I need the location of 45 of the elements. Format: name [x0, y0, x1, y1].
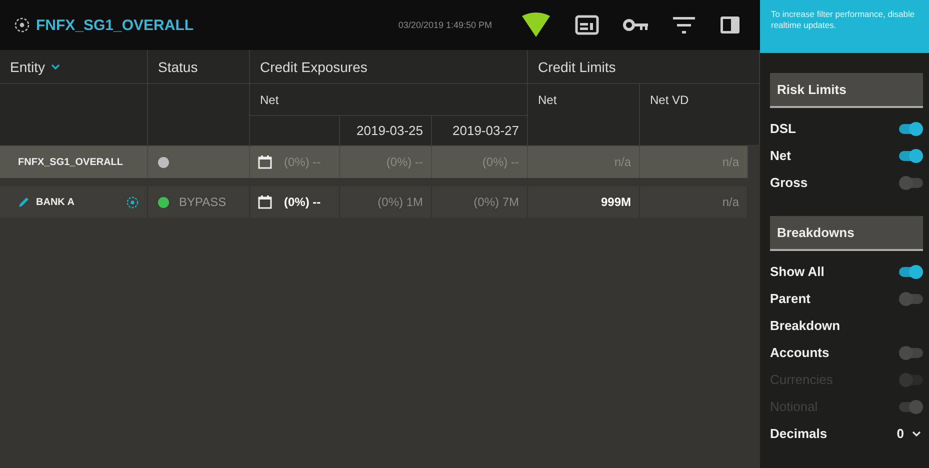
toggle-switch[interactable] — [899, 294, 923, 304]
calendar-icon[interactable] — [258, 155, 272, 169]
status-text: BYPASS — [179, 195, 226, 209]
panel-icon[interactable] — [719, 15, 741, 35]
option-label: Decimals — [770, 426, 828, 441]
calendar-icon[interactable] — [258, 195, 272, 209]
entity-name: FNFX_SG1_OVERALL — [18, 156, 124, 168]
signal-icon[interactable] — [521, 12, 551, 38]
pencil-icon[interactable] — [18, 196, 30, 208]
entity-name: BANK A — [36, 196, 75, 208]
column-header: Status — [148, 50, 250, 84]
timestamp: 03/20/2019 1:49:50 PM — [398, 20, 492, 30]
option-label: Show All — [770, 264, 824, 279]
option-label: DSL — [770, 121, 796, 136]
cell-value: (0%) 1M — [378, 195, 423, 209]
option-label: Gross — [770, 175, 808, 190]
option-label: Parent — [770, 291, 810, 306]
section-header: Risk Limits — [770, 73, 923, 108]
toggle-switch[interactable] — [899, 124, 923, 134]
toggle-switch[interactable] — [899, 150, 923, 160]
notice-banner: To increase filter performance, disable realtime updates. — [760, 0, 929, 53]
cell-value: (0%) -- — [284, 195, 321, 209]
cell-value: (0%) 7M — [474, 195, 519, 209]
target-icon[interactable] — [126, 196, 139, 208]
option-label: Breakdown — [770, 318, 840, 333]
chevron-down-icon[interactable] — [51, 64, 60, 70]
option-label: Net — [770, 148, 791, 163]
target-icon — [14, 17, 30, 33]
toggle-switch[interactable] — [899, 178, 923, 188]
cell-value: n/a — [722, 195, 739, 209]
option-label: Accounts — [770, 345, 830, 360]
filter-icon[interactable] — [673, 16, 695, 34]
key-icon[interactable] — [623, 18, 649, 32]
section-header: Breakdowns — [770, 216, 923, 251]
column-header: Credit Exposures — [250, 50, 528, 84]
toggle-switch[interactable] — [899, 348, 923, 358]
table-row[interactable]: BANK A BYPASS (0%) -- (0%) 1M (0%) 7M 999M n/a — [0, 186, 748, 218]
toggle-switch[interactable] — [899, 266, 923, 276]
view-title: FNFX_SG1_OVERALL — [36, 16, 194, 34]
cell-value: 999M — [600, 195, 631, 209]
chevron-down-icon — [912, 430, 921, 436]
layout-icon[interactable] — [575, 15, 599, 35]
decimals-dropdown[interactable]: 0 — [896, 426, 921, 441]
column-header[interactable]: Entity — [10, 58, 46, 74]
column-header: Net — [250, 84, 528, 116]
